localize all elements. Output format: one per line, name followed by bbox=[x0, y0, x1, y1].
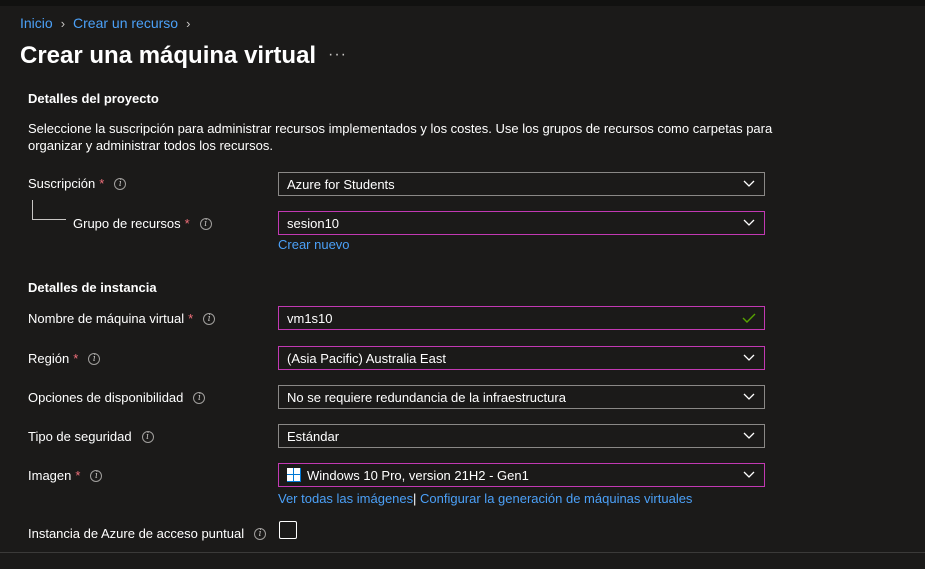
security-type-label: Tipo de seguridad i bbox=[28, 429, 154, 444]
link-separator: | bbox=[413, 491, 417, 506]
subscription-dropdown[interactable]: Azure for Students bbox=[278, 172, 765, 196]
info-icon[interactable]: i bbox=[254, 527, 267, 540]
create-new-resource-group-link[interactable]: Crear nuevo bbox=[278, 237, 350, 252]
security-type-value: Estándar bbox=[287, 428, 340, 444]
info-icon[interactable]: i bbox=[114, 177, 127, 190]
availability-value: No se requiere redundancia de la infraes… bbox=[287, 389, 566, 405]
availability-label: Opciones de disponibilidad i bbox=[28, 390, 206, 405]
image-label: Imagen * i bbox=[28, 468, 103, 483]
subscription-value: Azure for Students bbox=[287, 176, 395, 192]
info-icon[interactable]: i bbox=[203, 312, 216, 325]
resource-group-dropdown[interactable]: sesion10 bbox=[278, 211, 765, 235]
subscription-label: Suscripción * i bbox=[28, 176, 127, 191]
spot-instance-checkbox[interactable] bbox=[279, 521, 297, 539]
configure-vm-generation-link[interactable]: Configurar la generación de máquinas vir… bbox=[420, 491, 692, 506]
region-dropdown[interactable]: (Asia Pacific) Australia East bbox=[278, 346, 765, 370]
windows-logo-icon bbox=[287, 468, 301, 482]
check-icon bbox=[734, 307, 764, 329]
image-dropdown[interactable]: Windows 10 Pro, version 21H2 - Gen1 bbox=[278, 463, 765, 487]
chevron-down-icon bbox=[734, 173, 764, 195]
bottom-bar bbox=[0, 552, 925, 569]
required-mark: * bbox=[99, 176, 105, 191]
chevron-down-icon bbox=[734, 212, 764, 234]
breadcrumb: Inicio › Crear un recurso › bbox=[20, 15, 198, 31]
info-icon[interactable]: i bbox=[90, 469, 103, 482]
security-type-dropdown[interactable]: Estándar bbox=[278, 424, 765, 448]
availability-dropdown[interactable]: No se requiere redundancia de la infraes… bbox=[278, 385, 765, 409]
chevron-down-icon bbox=[734, 386, 764, 408]
chevron-down-icon bbox=[734, 464, 764, 486]
image-label-text: Imagen bbox=[28, 468, 72, 483]
instance-details-heading: Detalles de instancia bbox=[28, 280, 157, 295]
page-title: Crear una máquina virtual bbox=[20, 42, 317, 69]
project-description: Seleccione la suscripción para administr… bbox=[28, 121, 773, 153]
spot-instance-label-text: Instancia de Azure de acceso puntual bbox=[28, 526, 245, 541]
chevron-down-icon bbox=[734, 347, 764, 369]
subscription-label-text: Suscripción bbox=[28, 176, 96, 191]
region-label: Región * i bbox=[28, 351, 101, 366]
project-details-heading: Detalles del proyecto bbox=[28, 92, 159, 106]
breadcrumb-create-resource-link[interactable]: Crear un recurso bbox=[73, 15, 178, 31]
breadcrumb-chevron-icon: › bbox=[186, 15, 191, 31]
chevron-down-icon bbox=[734, 425, 764, 447]
resource-group-label-text: Grupo de recursos bbox=[73, 216, 181, 231]
image-value: Windows 10 Pro, version 21H2 - Gen1 bbox=[307, 467, 529, 483]
breadcrumb-home-link[interactable]: Inicio bbox=[20, 15, 53, 31]
required-mark: * bbox=[75, 468, 81, 483]
required-mark: * bbox=[188, 311, 194, 326]
breadcrumb-chevron-icon: › bbox=[60, 15, 66, 31]
region-value: (Asia Pacific) Australia East bbox=[287, 350, 446, 366]
vm-name-input[interactable]: vm1s10 bbox=[278, 306, 765, 330]
see-all-images-link[interactable]: Ver todas las imágenes bbox=[278, 491, 413, 506]
resource-group-value: sesion10 bbox=[287, 215, 340, 231]
availability-label-text: Opciones de disponibilidad bbox=[28, 390, 184, 405]
info-icon[interactable]: i bbox=[199, 217, 212, 230]
info-icon[interactable]: i bbox=[193, 391, 206, 404]
form-content: Detalles del proyecto Seleccione la susc… bbox=[0, 92, 925, 552]
info-icon[interactable]: i bbox=[88, 352, 101, 365]
region-label-text: Región bbox=[28, 351, 70, 366]
vm-name-label-text: Nombre de máquina virtual bbox=[28, 311, 185, 326]
security-type-label-text: Tipo de seguridad bbox=[28, 429, 132, 444]
vm-name-value: vm1s10 bbox=[287, 310, 333, 326]
resource-group-label: Grupo de recursos * i bbox=[73, 216, 212, 231]
more-options-icon[interactable]: ··· bbox=[328, 46, 347, 64]
required-mark: * bbox=[184, 216, 190, 231]
top-strip bbox=[0, 0, 925, 6]
info-icon[interactable]: i bbox=[141, 430, 154, 443]
spot-instance-label: Instancia de Azure de acceso puntual i bbox=[28, 526, 267, 541]
required-mark: * bbox=[73, 351, 79, 366]
vm-name-label: Nombre de máquina virtual * i bbox=[28, 311, 216, 326]
tree-connector bbox=[32, 200, 66, 220]
